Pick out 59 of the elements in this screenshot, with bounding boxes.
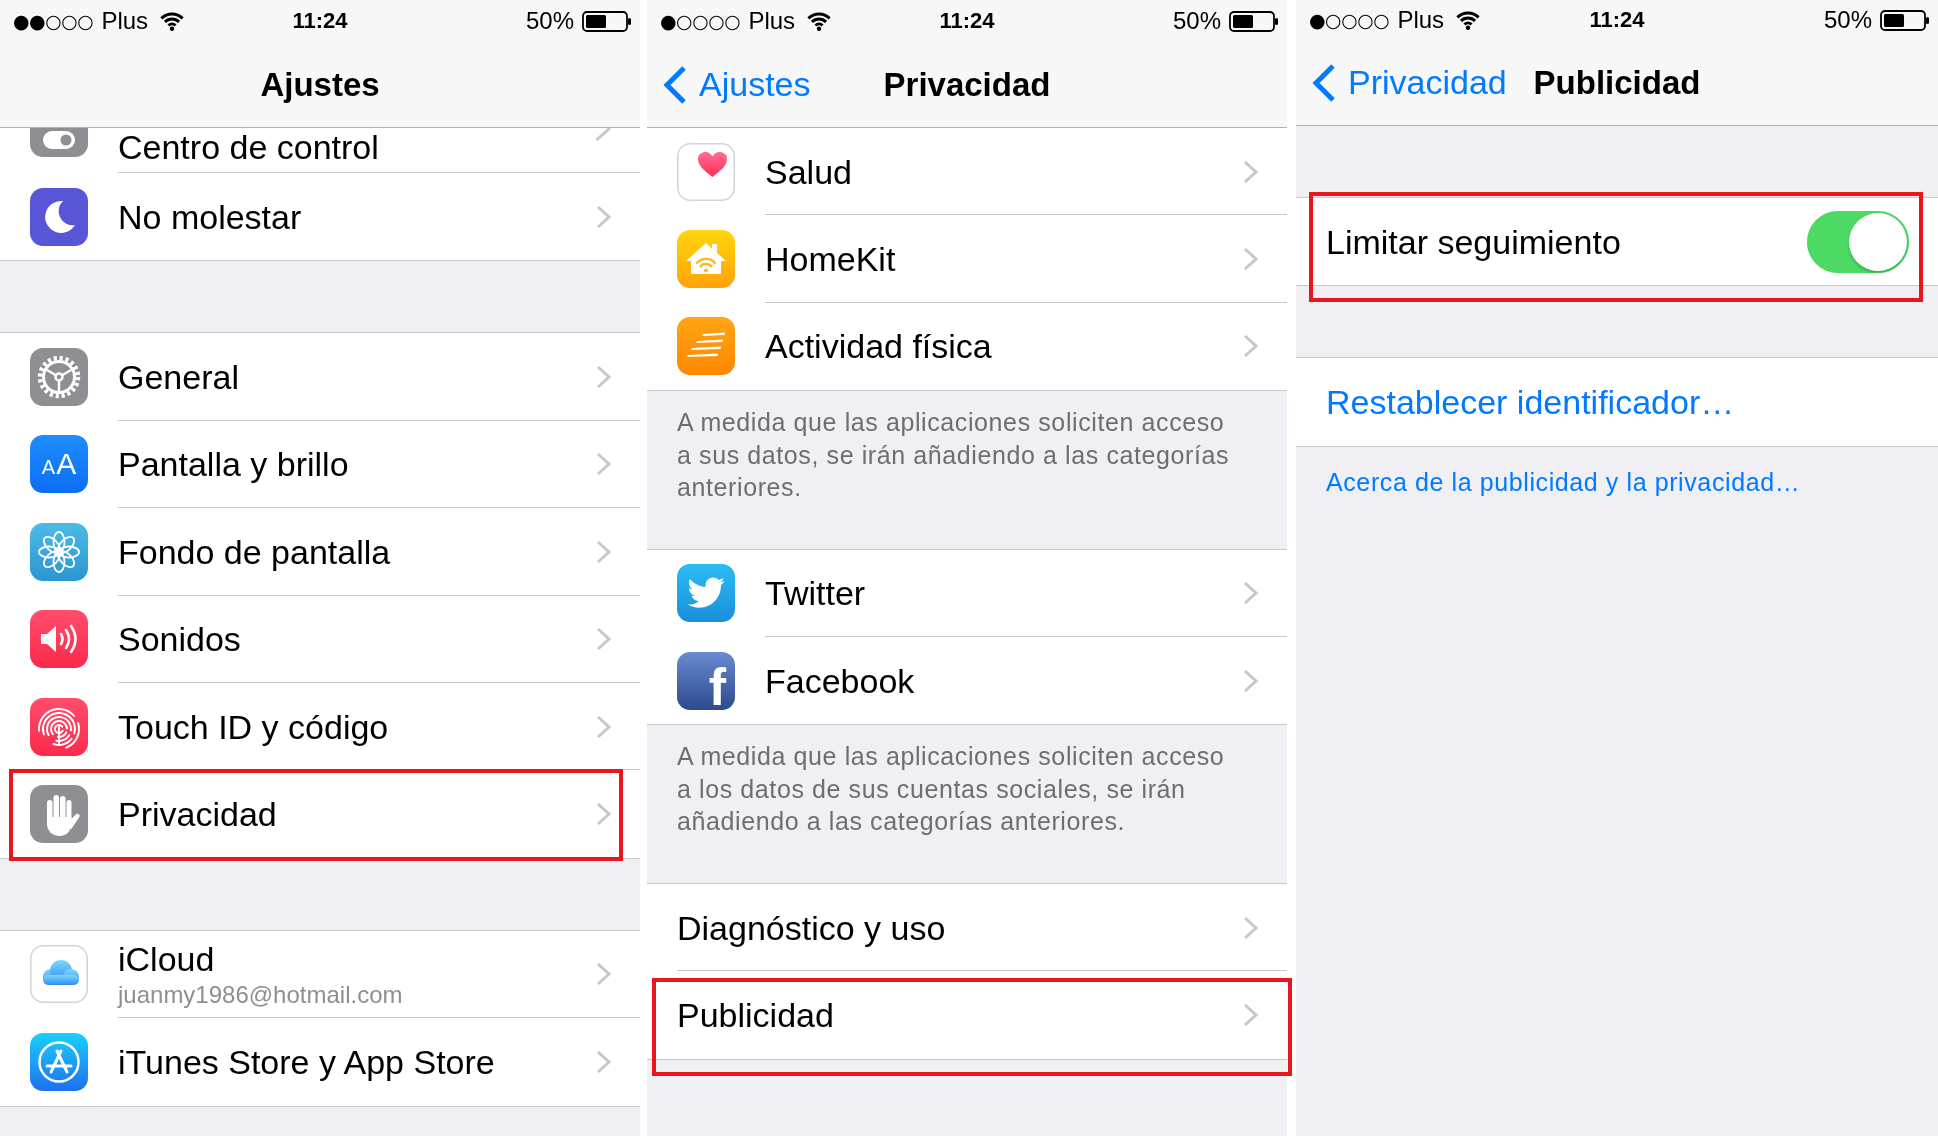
chevron-left-icon (663, 64, 687, 105)
chevron-icon (1243, 668, 1258, 693)
fingerprint-icon (30, 697, 88, 756)
status-time: 11:24 (1589, 7, 1645, 33)
status-time: 11:24 (939, 8, 995, 34)
chevron-icon (596, 714, 611, 739)
battery-percent: 50% (1172, 7, 1221, 35)
chevron-icon (595, 128, 611, 141)
chevron-icon (1243, 334, 1258, 359)
wifi-icon (1455, 10, 1482, 30)
signal-dots: ●○○○○ (1309, 9, 1390, 31)
section-note: A medida que las aplicaciones soliciten acceso a los datos de sus cuentas sociales, se irán añadiendo a las categorías anteriores. (676, 741, 1226, 838)
flower-icon (30, 522, 88, 581)
chevron-icon (596, 802, 611, 827)
nav-title: Privacidad (883, 65, 1051, 104)
battery-percent: 50% (525, 7, 574, 35)
chevron-icon (1243, 915, 1258, 940)
chevron-icon (1243, 247, 1258, 272)
chevron-left-icon (1312, 62, 1336, 103)
battery-icon (1229, 10, 1279, 32)
letter-f-icon: f (677, 651, 735, 710)
text-size-icon: AA (30, 435, 88, 494)
row-label: Limitar seguimiento (1326, 222, 1622, 261)
signal-dots: ●●○○○ (13, 10, 94, 32)
back-button[interactable]: Privacidad (1312, 62, 1507, 103)
chevron-icon (596, 539, 611, 564)
signal-dots: ●○○○○ (660, 10, 741, 32)
chevron-icon (596, 962, 611, 987)
hand-icon (30, 785, 88, 844)
house-icon (677, 230, 735, 289)
wifi-icon (159, 11, 186, 31)
chevron-icon (1243, 159, 1258, 184)
gear-icon (30, 348, 88, 407)
cloud-icon (30, 945, 88, 1004)
moon-icon (30, 187, 88, 246)
wifi-icon (806, 11, 833, 31)
carrier-name: Plus (101, 7, 149, 35)
nav-title: Publicidad (1533, 63, 1701, 102)
status-time: 11:24 (292, 8, 348, 34)
battery-icon (582, 10, 632, 32)
back-button[interactable]: Ajustes (663, 64, 811, 105)
bird-icon (677, 564, 735, 623)
section-note: A medida que las aplicaciones soliciten acceso a sus datos, se irán añadiendo a las categorías anteriores. (676, 407, 1231, 504)
circled-a-icon (30, 1032, 88, 1091)
chevron-icon (596, 627, 611, 652)
carrier-name: Plus (1397, 6, 1445, 34)
carrier-name: Plus (748, 7, 796, 35)
speed-lines-icon (677, 317, 735, 376)
chevron-icon (1243, 1003, 1258, 1028)
chevron-icon (596, 365, 611, 390)
battery-percent: 50% (1823, 6, 1872, 34)
chevron-icon (596, 452, 611, 477)
chevron-icon (596, 204, 611, 229)
battery-icon (1880, 9, 1930, 31)
about-link[interactable]: Acerca de la publicidad y la privacidad… (1326, 465, 1801, 498)
speaker-icon (30, 610, 88, 669)
chevron-icon (1243, 581, 1258, 606)
nav-title: Ajustes (260, 65, 380, 104)
chevron-icon (596, 1049, 611, 1074)
